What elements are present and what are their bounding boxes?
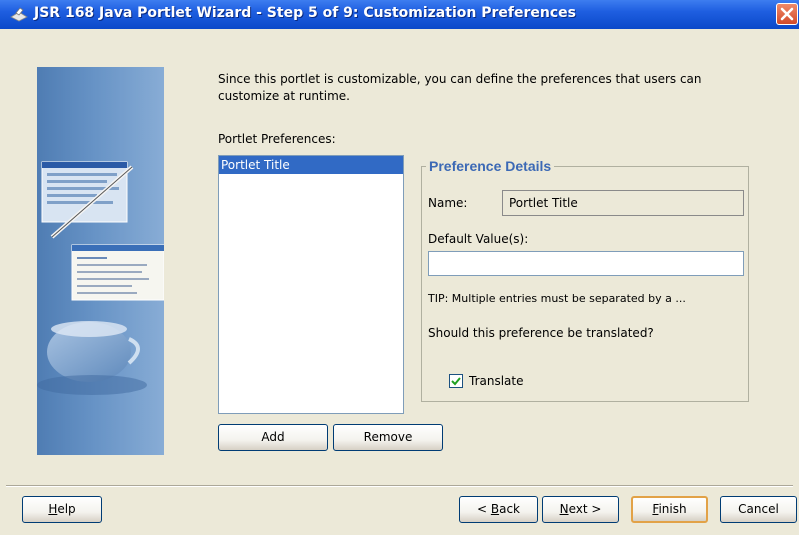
back-mnemonic: B [490, 502, 500, 516]
cancel-button[interactable]: Cancel [720, 496, 797, 523]
finish-button[interactable]: Finish [631, 496, 708, 523]
checkbox-checked-icon [451, 377, 461, 386]
back-prefix: < [476, 502, 491, 516]
portlet-preferences-label: Portlet Preferences: [218, 132, 336, 146]
help-button[interactable]: Help [22, 496, 102, 523]
next-label: ext > [568, 502, 602, 516]
wizard-side-illustration [37, 67, 164, 455]
name-label: Name: [428, 196, 468, 210]
default-values-input[interactable] [428, 251, 744, 276]
close-icon [780, 7, 794, 21]
next-mnemonic: N [559, 502, 569, 516]
next-button[interactable]: Next > [542, 496, 619, 523]
wizard-icon [10, 7, 28, 22]
back-label: ack [499, 502, 520, 516]
translate-question: Should this preference be translated? [428, 326, 654, 340]
translate-label: Translate [469, 374, 524, 388]
default-values-label: Default Value(s): [428, 232, 529, 246]
intro-text: Since this portlet is customizable, you … [218, 72, 702, 103]
list-item[interactable]: Portlet Title [219, 156, 403, 174]
preference-details-title: Preference Details [426, 158, 555, 174]
name-field: Portlet Title [502, 190, 744, 216]
back-button[interactable]: < Back [459, 496, 538, 523]
window-title: JSR 168 Java Portlet Wizard - Step 5 of … [34, 5, 576, 21]
help-label: elp [57, 502, 76, 516]
help-mnemonic: H [48, 502, 58, 516]
translate-checkbox[interactable] [449, 374, 463, 388]
remove-button[interactable]: Remove [333, 424, 443, 451]
finish-label: inish [658, 502, 687, 516]
add-button[interactable]: Add [218, 424, 328, 451]
preferences-list[interactable]: Portlet Title [218, 155, 404, 414]
tip-text: TIP: Multiple entries must be separated … [428, 292, 686, 305]
title-bar: JSR 168 Java Portlet Wizard - Step 5 of … [0, 0, 799, 29]
close-button[interactable] [776, 3, 798, 25]
footer-separator [6, 485, 793, 487]
